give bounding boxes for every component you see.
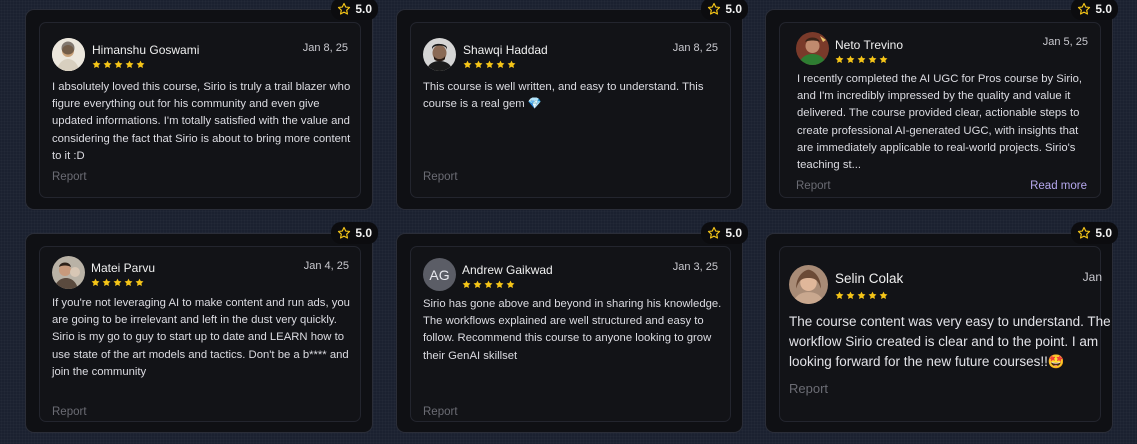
rating-value: 5.0 bbox=[725, 226, 742, 240]
star-rating bbox=[835, 55, 888, 64]
avatar bbox=[52, 38, 85, 71]
rating-value: 5.0 bbox=[1095, 2, 1112, 16]
review-date: Jan 8, 25 bbox=[302, 42, 348, 54]
star-icon bbox=[125, 60, 134, 69]
report-link[interactable]: Report bbox=[52, 406, 87, 418]
rating-badge: 5.0 bbox=[1071, 0, 1118, 20]
review-date: Jan 4, 25 bbox=[303, 260, 349, 272]
star-icon bbox=[103, 60, 112, 69]
review-card: 5.0 Shawqi Haddad Jan 8, 25 This course … bbox=[396, 0, 748, 210]
review-text: If you're not leveraging AI to make cont… bbox=[52, 297, 350, 378]
star-icon bbox=[846, 291, 855, 300]
report-link[interactable]: Report bbox=[796, 180, 831, 192]
report-link[interactable]: Report bbox=[423, 171, 458, 183]
star-icon bbox=[114, 60, 123, 69]
review-text: This course is well written, and easy to… bbox=[423, 81, 704, 111]
review-date: Jan bbox=[1082, 270, 1102, 284]
star-icon bbox=[879, 291, 888, 300]
review-date: Jan 5, 25 bbox=[1042, 36, 1088, 48]
star-icon bbox=[485, 60, 494, 69]
star-icon bbox=[473, 280, 482, 289]
review-text: I absolutely loved this course, Sirio is… bbox=[52, 81, 351, 162]
reviewer-name: Shawqi Haddad bbox=[463, 43, 548, 57]
star-outline-icon bbox=[1078, 2, 1091, 15]
reviewer-name: Matei Parvu bbox=[91, 261, 156, 275]
review-text: Sirio has gone above and beyond in shari… bbox=[423, 298, 722, 362]
rating-value: 5.0 bbox=[725, 2, 742, 16]
star-icon bbox=[846, 55, 855, 64]
avatar-initials: AG bbox=[423, 258, 456, 291]
star-icon bbox=[857, 55, 866, 64]
star-icon bbox=[835, 291, 844, 300]
review-text: The course content was very easy to unde… bbox=[789, 314, 1111, 369]
rating-badge: 5.0 bbox=[331, 0, 378, 20]
star-icon bbox=[835, 55, 844, 64]
star-icon bbox=[496, 60, 505, 69]
rating-badge: 5.0 bbox=[701, 0, 748, 20]
star-icon bbox=[484, 280, 493, 289]
review-card: 5.0 Neto Trevino Jan 5, 25 I recently co… bbox=[765, 0, 1118, 210]
star-rating bbox=[835, 291, 888, 300]
review-date: Jan 8, 25 bbox=[672, 42, 718, 54]
star-icon bbox=[102, 278, 111, 287]
star-icon bbox=[462, 280, 471, 289]
star-outline-icon bbox=[708, 2, 721, 15]
star-icon bbox=[463, 60, 472, 69]
star-icon bbox=[136, 60, 145, 69]
rating-badge: 5.0 bbox=[1071, 222, 1118, 244]
star-icon bbox=[124, 278, 133, 287]
star-rating bbox=[92, 60, 145, 69]
rating-value: 5.0 bbox=[355, 2, 372, 16]
star-outline-icon bbox=[338, 2, 351, 15]
star-icon bbox=[495, 280, 504, 289]
star-outline-icon bbox=[708, 226, 721, 239]
star-icon bbox=[474, 60, 483, 69]
star-outline-icon bbox=[1078, 226, 1091, 239]
review-date: Jan 3, 25 bbox=[672, 261, 718, 273]
star-outline-icon bbox=[338, 226, 351, 239]
review-card: 5.0 Himanshu Goswami Jan 8, 25 I absolut… bbox=[25, 0, 378, 210]
star-icon bbox=[868, 55, 877, 64]
star-icon bbox=[507, 60, 516, 69]
star-icon bbox=[879, 55, 888, 64]
reviewer-name: Himanshu Goswami bbox=[92, 43, 200, 57]
avatar bbox=[52, 256, 85, 289]
star-icon bbox=[92, 60, 101, 69]
rating-badge: 5.0 bbox=[701, 222, 748, 244]
reviewer-name: Selin Colak bbox=[835, 271, 904, 286]
avatar bbox=[789, 265, 828, 304]
star-rating bbox=[462, 280, 515, 289]
star-icon bbox=[868, 291, 877, 300]
report-link[interactable]: Report bbox=[52, 171, 87, 183]
avatar bbox=[423, 38, 456, 71]
reviewer-name: Neto Trevino bbox=[835, 38, 904, 52]
star-icon bbox=[857, 291, 866, 300]
star-icon bbox=[506, 280, 515, 289]
reviewer-name: Andrew Gaikwad bbox=[462, 263, 553, 277]
star-icon bbox=[91, 278, 100, 287]
read-more-link[interactable]: Read more bbox=[1030, 180, 1087, 192]
rating-value: 5.0 bbox=[1095, 226, 1112, 240]
report-link[interactable]: Report bbox=[789, 381, 828, 396]
review-card: 5.0 Matei Parvu Jan 4, 25 If you're not … bbox=[25, 222, 378, 433]
review-card: 5.0 Selin Colak Jan The course content w… bbox=[765, 222, 1118, 433]
avatar bbox=[796, 32, 829, 65]
rating-badge: 5.0 bbox=[331, 222, 378, 244]
star-rating bbox=[91, 278, 144, 287]
star-icon bbox=[135, 278, 144, 287]
report-link[interactable]: Report bbox=[423, 406, 458, 418]
star-rating bbox=[463, 60, 516, 69]
review-text: I recently completed the AI UGC for Pros… bbox=[797, 73, 1083, 172]
review-card: 5.0 AG Andrew Gaikwad Jan 3, 25 Sirio ha… bbox=[396, 222, 748, 433]
star-icon bbox=[113, 278, 122, 287]
rating-value: 5.0 bbox=[355, 226, 372, 240]
